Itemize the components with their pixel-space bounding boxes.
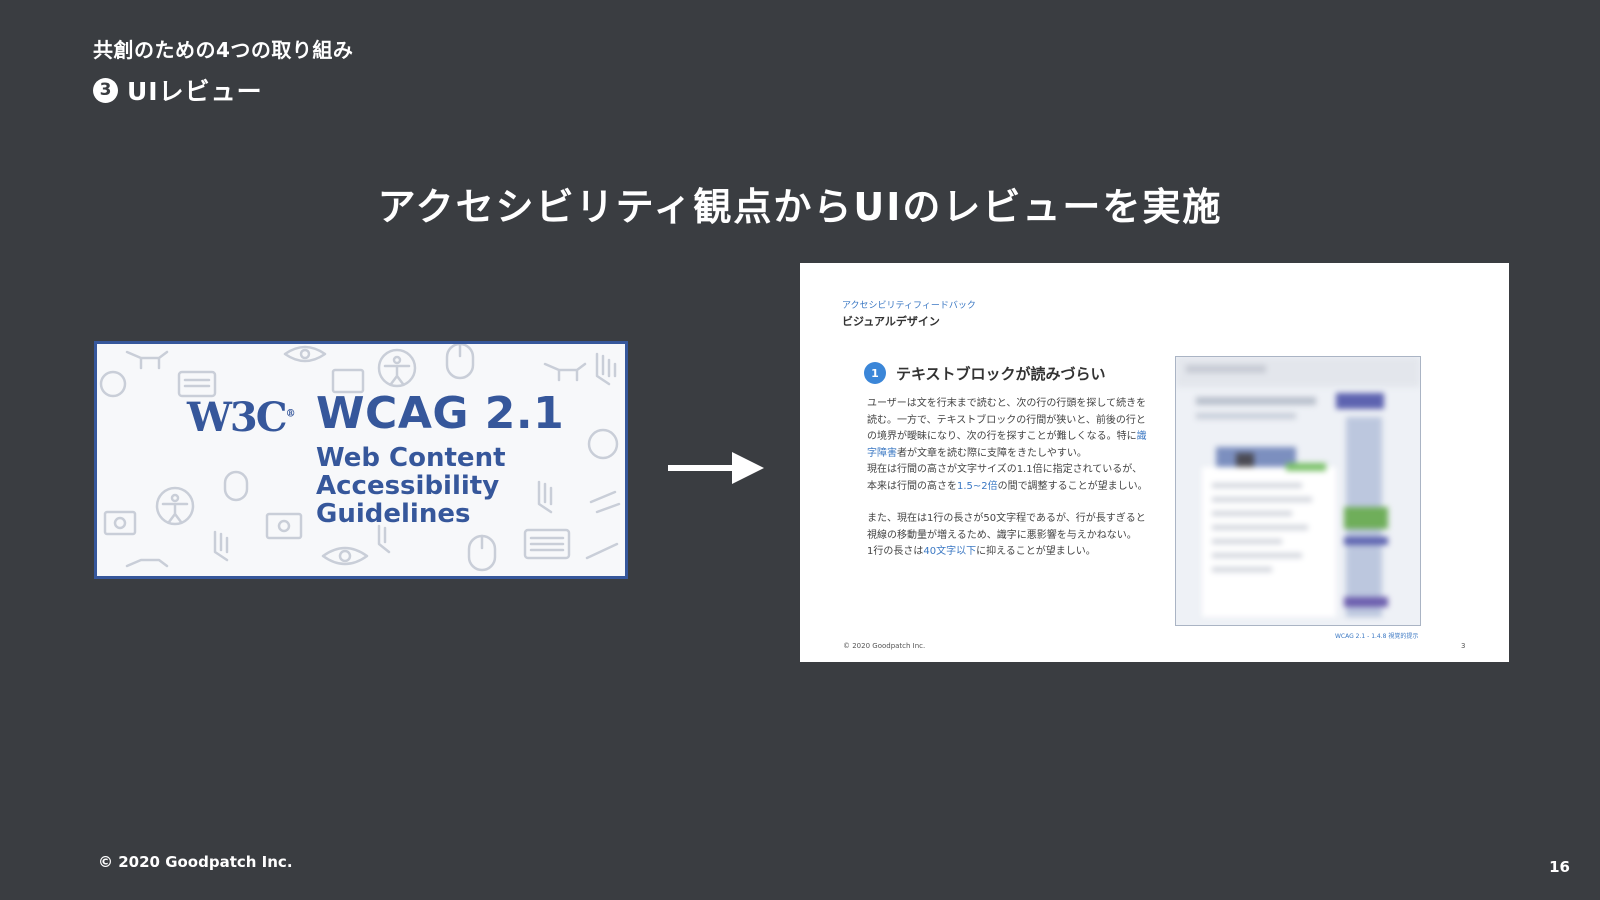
feedback-item-title: テキストブロックが読みづらい: [896, 364, 1106, 383]
blurred-screenshot-image: [1175, 356, 1421, 626]
right-arrow-icon: [668, 452, 764, 484]
feedback-paragraph: ユーザーは文を行末まで読むと、次の行の行頭を探して続きを読む。一方で、テキストブ…: [867, 398, 1147, 459]
feedback-copyright: © 2020 Goodpatch Inc.: [843, 642, 926, 650]
feedback-slide-preview: アクセシビリティフィードバック ビジュアルデザイン 1 テキストブロックが読みづ…: [800, 263, 1509, 662]
wcag-banner: W3C® WCAG 2.1 Web Content Accessibility …: [94, 341, 628, 579]
section-number-badge: 3: [93, 77, 118, 103]
feedback-paragraph: また、現在は1行の長さが50文字程であるが、行が長すぎると視線の移動量が増えるた…: [867, 513, 1146, 541]
wcag-name-line: Guidelines: [316, 499, 471, 529]
page-number: 16: [1549, 858, 1570, 876]
section-title: 3 UIレビュー: [93, 72, 263, 108]
slide-headline: アクセシビリティ観点からUIのレビューを実施: [377, 185, 1223, 229]
w3c-logo: W3C®: [187, 394, 296, 441]
feedback-paragraph: 現在は行間の高さが文字サイズの1.1倍に指定されているが、本来は行間の高さを1.…: [867, 464, 1148, 492]
wcag-name-line: Accessibility: [316, 471, 500, 501]
wcag-name-line: Web Content: [316, 443, 506, 473]
section-title-text: UIレビュー: [127, 77, 263, 106]
feedback-item-heading: 1 テキストブロックが読みづらい: [864, 362, 1106, 384]
wcag-version: WCAG 2.1: [316, 388, 565, 439]
feedback-body: ユーザーは文を行末まで読むと、次の行の行頭を探して続きを読む。一方で、テキストブ…: [867, 396, 1152, 561]
wcag-reference-link: WCAG 2.1 - 1.4.8 視覚的提示: [1335, 633, 1419, 640]
wcag-full-name: Web Content Accessibility Guidelines: [316, 444, 616, 528]
feedback-paragraph: 1行の長さは40文字以下に抑えることが望ましい。: [867, 546, 1096, 557]
feedback-subtitle: ビジュアルデザイン: [842, 315, 940, 328]
feedback-kicker: アクセシビリティフィードバック: [842, 301, 976, 311]
feedback-item-number: 1: [864, 362, 886, 384]
feedback-page-number: 3: [1461, 642, 1466, 650]
slide-eyebrow: 共創のための4つの取り組み: [93, 38, 354, 62]
footer-copyright: © 2020 Goodpatch Inc.: [98, 853, 293, 871]
